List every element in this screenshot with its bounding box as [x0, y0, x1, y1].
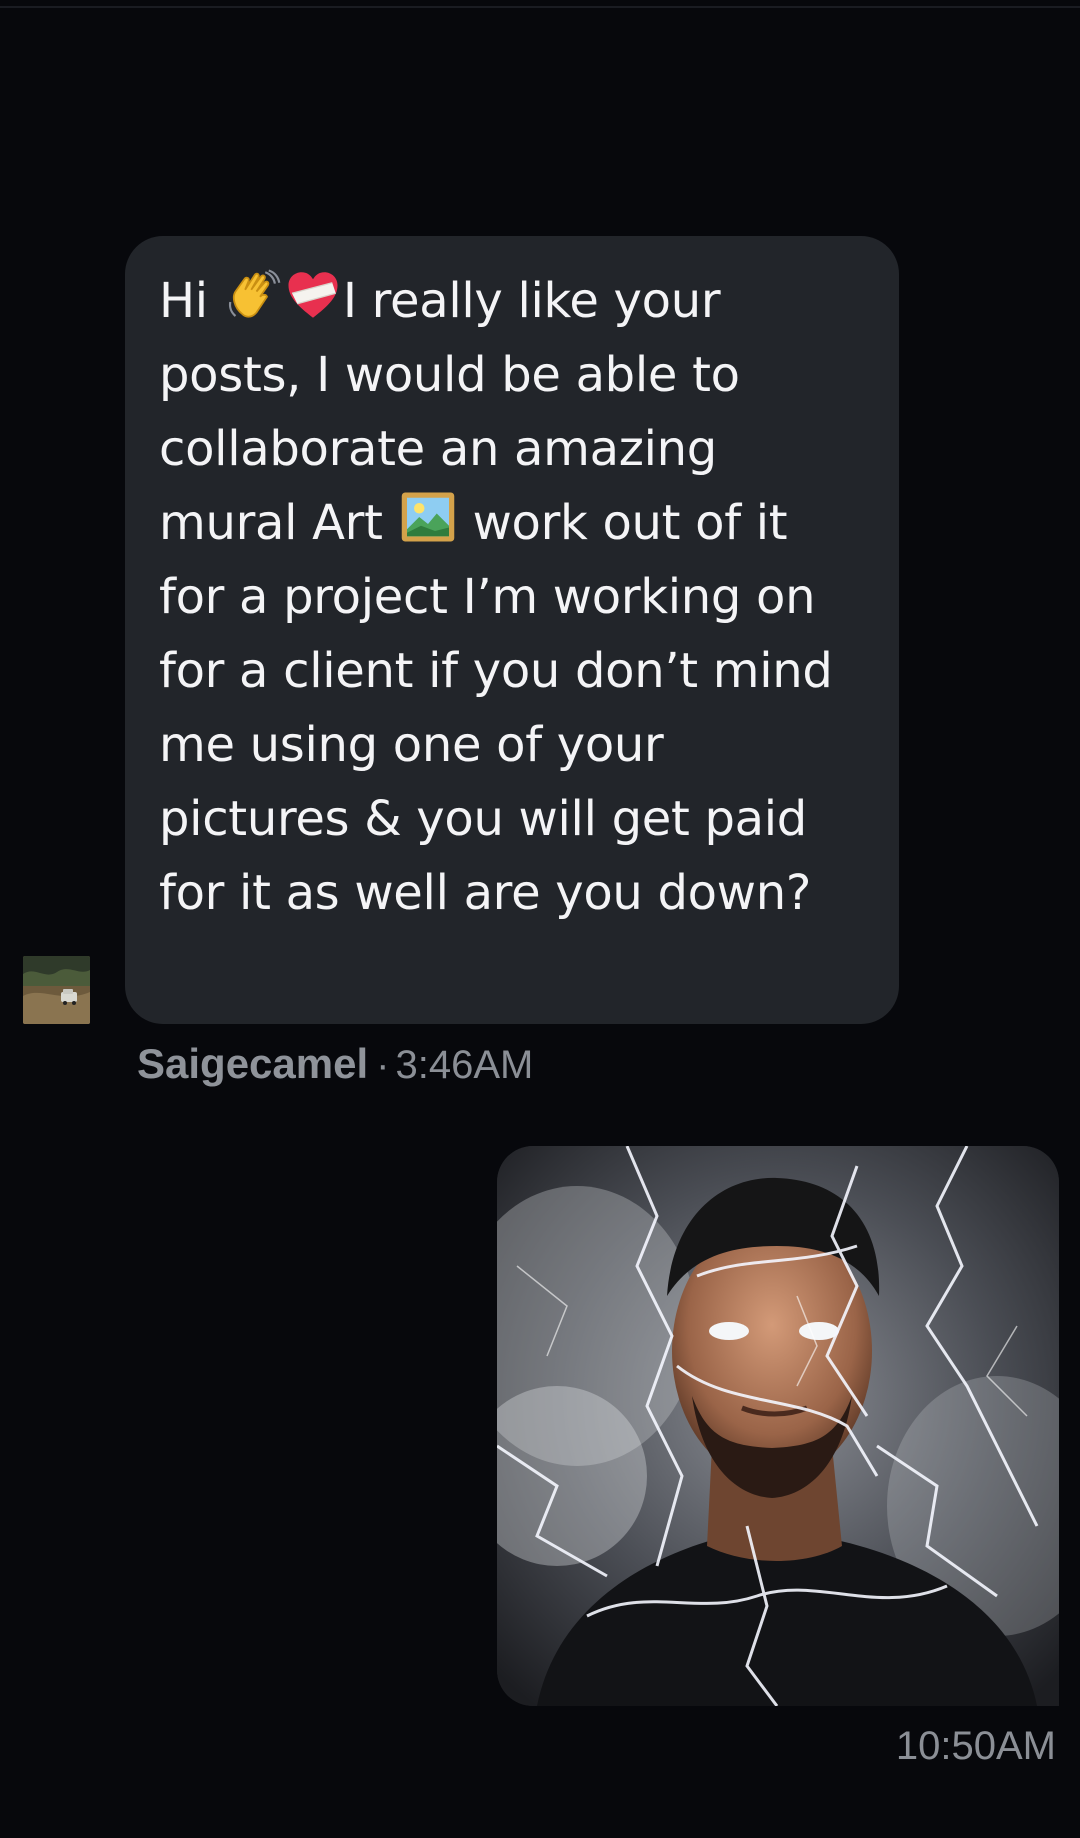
sender-avatar[interactable] — [23, 956, 90, 1024]
waving-hand-emoji-icon — [225, 267, 281, 323]
top-divider — [0, 6, 1080, 8]
incoming-message-time: 3:46AM — [395, 1043, 534, 1087]
lightning-portrait-image — [497, 1146, 1059, 1706]
message-text: Hi I really like your posts, I would be … — [159, 264, 865, 930]
framed-picture-emoji-icon — [400, 489, 456, 545]
meta-separator: · — [376, 1043, 390, 1087]
outgoing-message-time: 10:50AM — [895, 1724, 1056, 1768]
incoming-message-meta: Saigecamel · 3:46AM — [137, 1040, 533, 1090]
message-text-segment: Hi — [159, 273, 208, 329]
incoming-message-bubble[interactable]: Hi I really like your posts, I would be … — [125, 236, 899, 1024]
mending-heart-emoji-icon — [285, 267, 341, 323]
avatar-image — [23, 956, 90, 1024]
outgoing-image-message[interactable] — [497, 1146, 1059, 1706]
message-text-segment: work out of it for a project I’m working… — [159, 495, 833, 921]
sender-name[interactable]: Saigecamel — [137, 1040, 368, 1088]
